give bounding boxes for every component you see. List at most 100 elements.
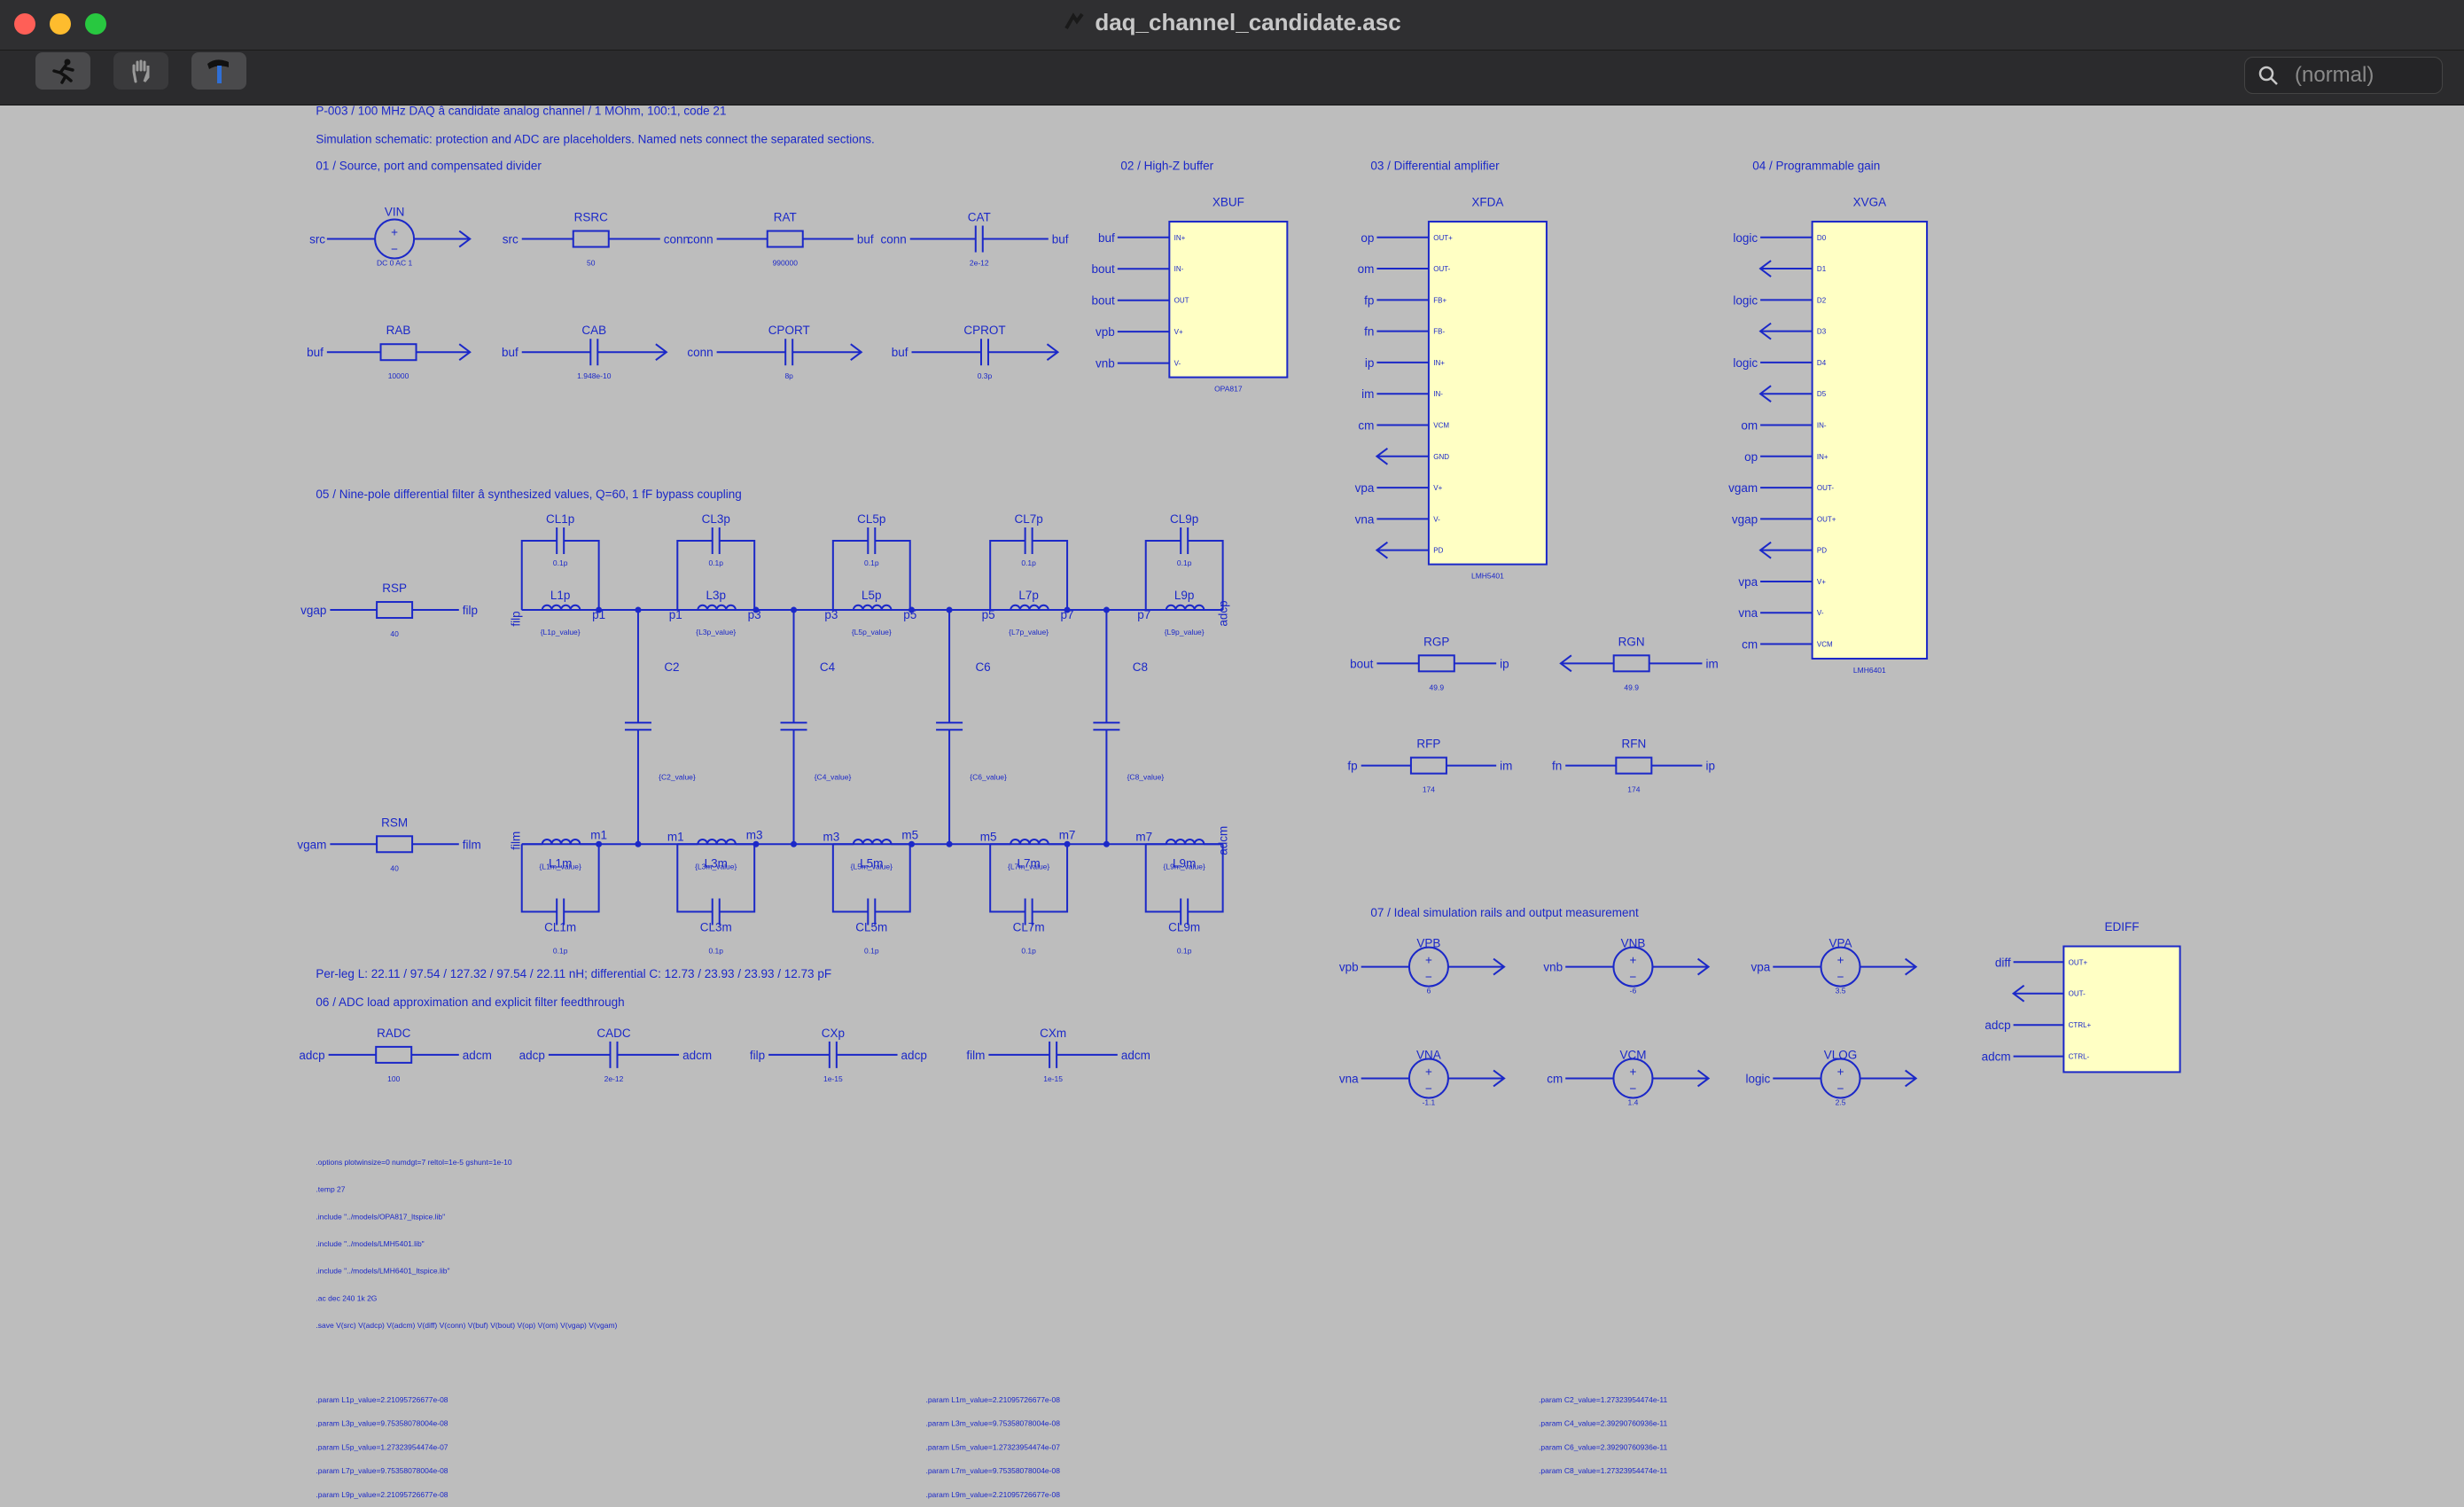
search-input[interactable] (2293, 61, 2438, 90)
param-directives[interactable]: .param L1p_value=2.21095726677e-08 .param… (316, 1395, 1667, 1499)
rail-VCM[interactable]: + − VCM 1.4 cm (1547, 1048, 1711, 1106)
cport-capacitor[interactable]: CPORT 8p conn (687, 324, 863, 380)
filter-stage-L3m[interactable]: L3m{L3m_value}CL3m0.1pm1 m3 (667, 828, 763, 955)
L1p-value: {L1p_value} (541, 628, 581, 636)
xfda-amplifier[interactable]: XFDA LMH5401 OUT+ op OUT-om FB+ fp FB-fn IN+ ip IN… (1355, 195, 1548, 581)
L5m-value: {L5m_value} (851, 862, 893, 871)
VNB-net: vnb (1543, 961, 1563, 974)
cat-capacitor[interactable]: CAT 2e-12 conn buf (880, 211, 1068, 268)
rail-VNA[interactable]: + − VNA -1.1 vna (1339, 1048, 1506, 1106)
L3m-net-a: m1 (667, 830, 684, 843)
CL3m-value: 0.1p (708, 947, 723, 956)
CL3m-wire-a (676, 844, 713, 913)
cxm-capacitor[interactable]: CXm 1e-15 film adcm (966, 1027, 1150, 1083)
VLOG-name: VLOG (1824, 1048, 1858, 1061)
shunt-C8[interactable]: C8 {C8_value} (1093, 606, 1164, 847)
filter-stage-L1p[interactable]: L1p {L1p_value} CL1p 0.1p filp p1 (510, 512, 605, 636)
xbuf-opamp-net-1: bout (1092, 262, 1116, 276)
shunt-C2[interactable]: C2 {C2_value} (624, 606, 696, 847)
vin-source[interactable]: + − VIN DC 0 AC 1 src (309, 206, 472, 268)
xvga-gain-net-13: cm (1742, 638, 1758, 652)
rail-VPB[interactable]: + − VPB 6 vpb (1339, 937, 1506, 996)
rgn-resistor-body (1612, 654, 1650, 673)
filter-stage-L3p[interactable]: L3p {L3p_value} CL3p 0.1p p1 p3 (669, 512, 761, 636)
CL7m-name: CL7m (1013, 921, 1045, 934)
run-button[interactable] (35, 52, 90, 90)
xbuf-opamp[interactable]: XBUF OPA817 IN+ buf IN-bout OUT bout V+ vpb V-vnb (1092, 195, 1289, 394)
rat-resistor[interactable]: RAT 990000 conn buf (687, 211, 874, 268)
rfn-resistor[interactable]: RFN 174 fn ip (1552, 738, 1715, 794)
VLOG-net: logic (1746, 1072, 1771, 1085)
C4-junction-top (791, 606, 798, 613)
filter-ladder[interactable] (521, 606, 1223, 847)
rab-resistor-value: 10000 (388, 371, 409, 380)
cxp-capacitor-name: CXp (822, 1027, 845, 1040)
param-col2-1: .param L3m_value=9.75358078004e-08 (925, 1419, 1060, 1428)
rgp-resistor-net-right: ip (1500, 657, 1509, 670)
hand-icon (132, 59, 150, 83)
rgp-resistor[interactable]: RGP 49.9 bout ip (1350, 635, 1509, 691)
shunt-C6[interactable]: C6 {C6_value} (936, 606, 1007, 847)
L7p-value: {L7p_value} (1009, 628, 1049, 636)
shunt-C4[interactable]: C4 {C4_value} (780, 606, 852, 847)
rat-resistor-net-right: buf (857, 233, 874, 246)
rgp-resistor-body (1417, 654, 1455, 673)
xvga-gain-net-8: vgam (1728, 481, 1758, 495)
cxp-capacitor[interactable]: CXp 1e-15 filp adcp (750, 1027, 927, 1083)
cprot-capacitor[interactable]: CPROT 0.3p buf (892, 324, 1060, 380)
filter-stage-L5m[interactable]: L5m{L5m_value}CL5m0.1pm3 m5 (823, 828, 918, 955)
xvga-gain-pin-3: D3 (1817, 328, 1827, 336)
directive-3: .include "../models/LMH5401.lib" (316, 1239, 424, 1248)
rab-resistor[interactable]: RAB 10000 buf (307, 324, 472, 380)
schematic-note: Simulation schematic: protection and ADC… (316, 132, 874, 145)
filter-stage-L5p[interactable]: L5p {L5p_value} CL5p 0.1p p3 p5 (824, 512, 916, 636)
rsm-resistor[interactable]: RSM 40 vgam film (297, 816, 480, 872)
rsm-resistor-body (376, 835, 414, 854)
param-col3-1: .param C4_value=2.39290760936e-11 (1539, 1419, 1667, 1428)
rfp-resistor[interactable]: RFP 174 fp im (1347, 738, 1512, 794)
CL9p-name: CL9p (1170, 512, 1198, 526)
cadc-capacitor[interactable]: CADC 2e-12 adcp adcm (519, 1027, 712, 1083)
radc-resistor[interactable]: RADC 100 adcp adcm (299, 1027, 491, 1083)
VNA-net: vna (1339, 1072, 1359, 1085)
directive-6: .save V(src) V(adcp) V(adcm) V(diff) V(c… (316, 1321, 617, 1330)
schematic-canvas[interactable]: P-003 / 100 MHz DAQ â candidate analog c… (0, 105, 2464, 1507)
toolbar (0, 51, 2464, 105)
rsrc-resistor[interactable]: RSRC 50 src conn (503, 211, 690, 268)
rgn-resistor[interactable]: RGN 49.9 im (1559, 635, 1719, 691)
rail-VPA[interactable]: + − VPA 3.5 vpa (1751, 937, 1918, 996)
L9m-value: {L9m_value} (1164, 862, 1205, 871)
hammer-button[interactable] (191, 52, 246, 90)
rsp-resistor[interactable]: RSP 40 vgap filp (300, 582, 478, 638)
filter-stage-L9m[interactable]: L9m{L9m_value}CL9m0.1pm7 adcm (1135, 826, 1229, 956)
ediff-source[interactable]: EDIFF OUT+ diff OUT- CTRL+ adcp CTRL-adcm (1982, 920, 2181, 1074)
param-col3-2: .param C6_value=2.39290760936e-11 (1539, 1442, 1667, 1451)
xfda-amplifier-net-9: vna (1355, 512, 1375, 526)
filter-stage-L7m[interactable]: L7m{L7m_value}CL7m0.1pm5 m7 (980, 828, 1076, 955)
ediff-source-net-0: diff (1995, 956, 2011, 969)
CL5m-value: 0.1p (864, 947, 879, 956)
L9p-value: {L9p_value} (1165, 628, 1205, 636)
rat-resistor-net-left: conn (687, 233, 713, 246)
rsrc-resistor-net-right: conn (664, 233, 690, 246)
xvga-gain[interactable]: XVGA LMH6401 D0 logic D1 D2 logic D3 D4 logic D5 IN… (1728, 195, 1929, 675)
L9m-net-b: adcm (1217, 826, 1230, 855)
search-box[interactable] (2244, 57, 2443, 94)
vin-net: src (309, 233, 325, 246)
halt-button[interactable] (113, 52, 168, 90)
xfda-amplifier-pin-8: V+ (1433, 484, 1442, 492)
CL1m-wire-a (520, 844, 558, 913)
xvga-gain-name: XVGA (1853, 195, 1887, 208)
rfp-resistor-name: RFP (1416, 738, 1440, 751)
rail-VLOG[interactable]: + − VLOG 2.5 logic (1746, 1048, 1918, 1106)
CL9m-wire-a (1144, 844, 1181, 913)
filter-stage-L1m[interactable]: L1m{L1m_value}CL1m0.1pfilm m1 (510, 828, 607, 955)
filter-stage-L9p[interactable]: L9p {L9p_value} CL9p 0.1p p7 adcp (1137, 512, 1229, 636)
section-6-heading: 06 / ADC load approximation and explicit… (316, 996, 624, 1009)
filter-stage-L7p[interactable]: L7p {L7p_value} CL7p 0.1p p5 p7 (982, 512, 1074, 636)
rab-resistor-body (379, 343, 417, 362)
spice-directives[interactable]: .options plotwinsize=0 numdgt=7 reltol=1… (316, 1158, 617, 1330)
cab-capacitor[interactable]: CAB 1.948e-10 buf (502, 324, 668, 380)
rail-VNB[interactable]: + − VNB -6 vnb (1543, 937, 1711, 996)
section-5-heading: 05 / Nine-pole differential filter â syn… (316, 488, 741, 501)
